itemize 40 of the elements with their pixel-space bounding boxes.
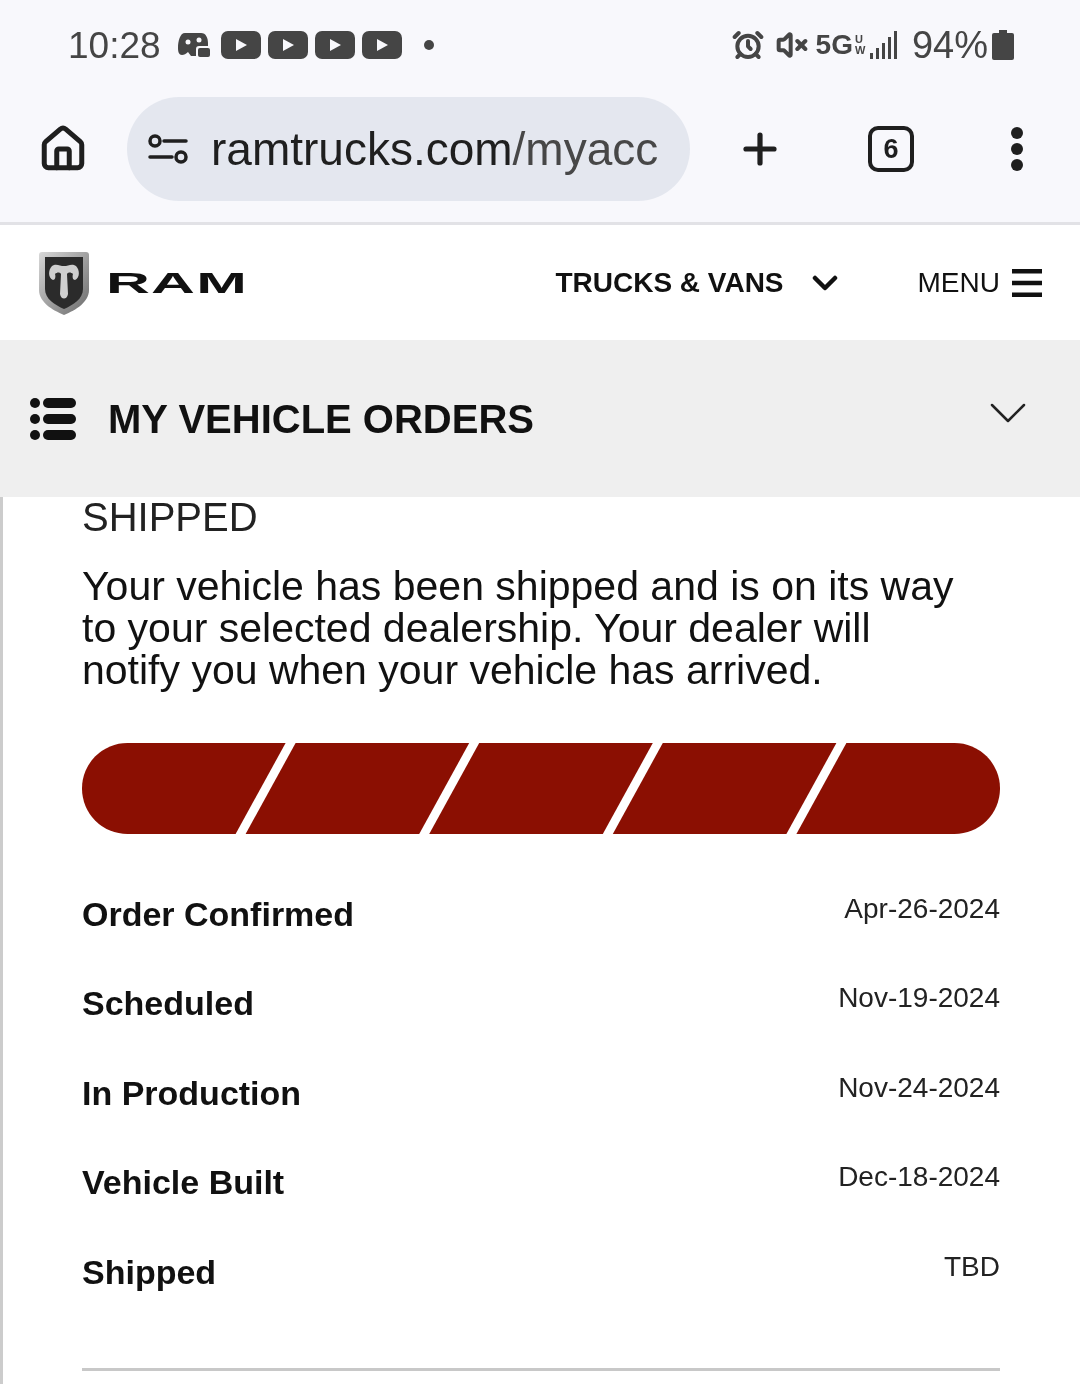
battery-icon	[992, 30, 1014, 60]
step-date: TBD	[944, 1252, 1000, 1281]
step-label: Shipped	[82, 1254, 217, 1289]
muted-speaker-icon	[775, 29, 808, 61]
menu-icon	[1012, 268, 1042, 297]
more-menu-icon[interactable]	[1010, 126, 1024, 172]
alarm-clock-icon	[731, 29, 764, 61]
step-date: Nov-24-2024	[838, 1073, 1000, 1102]
status-time: 10:28	[68, 26, 161, 64]
shield-badge-icon	[38, 249, 90, 316]
network-subtype: UW	[854, 34, 864, 56]
play-button-icon	[267, 31, 308, 59]
play-button-icon	[314, 31, 355, 59]
tab-count-button[interactable]: 6	[868, 126, 914, 172]
step-label: Vehicle Built	[82, 1165, 285, 1200]
address-bar[interactable]: ramtrucks.com/myacc	[127, 97, 690, 201]
status-message: Your vehicle has been shipped and is on its way to your selected dealership. Your dealer will notify you when your vehicle has arrived.	[82, 565, 955, 691]
section-title: MY VEHICLE ORDERS	[108, 398, 534, 439]
step-date: Nov-19-2024	[838, 984, 1000, 1013]
signal-bars-icon	[869, 31, 898, 59]
order-status-heading: SHIPPED	[82, 497, 259, 537]
gamepad-icon	[176, 30, 211, 60]
step-label: In Production	[82, 1075, 302, 1110]
play-button-icon	[220, 31, 261, 59]
play-button-icon	[361, 31, 402, 59]
list-icon	[30, 397, 76, 440]
notification-dot-icon	[423, 40, 434, 50]
battery-percent: 94%	[911, 26, 988, 64]
network-type: 5G	[815, 31, 853, 59]
step-date: Dec-18-2024	[838, 1163, 1000, 1192]
step-label: Scheduled	[82, 986, 254, 1021]
step-label: Order Confirmed	[82, 896, 355, 931]
brand-wordmark: RAM	[106, 267, 249, 298]
chevron-down-icon	[811, 273, 838, 292]
nav-dropdown[interactable]: TRUCKS & VANS	[555, 268, 838, 297]
chevron-down-icon[interactable]	[990, 402, 1026, 423]
menu-button[interactable]: MENU	[917, 268, 1042, 297]
step-date: Apr-26-2024	[844, 894, 1000, 923]
sliders-icon[interactable]	[148, 133, 188, 165]
section-header-bar[interactable]: MY VEHICLE ORDERS	[0, 340, 1080, 497]
